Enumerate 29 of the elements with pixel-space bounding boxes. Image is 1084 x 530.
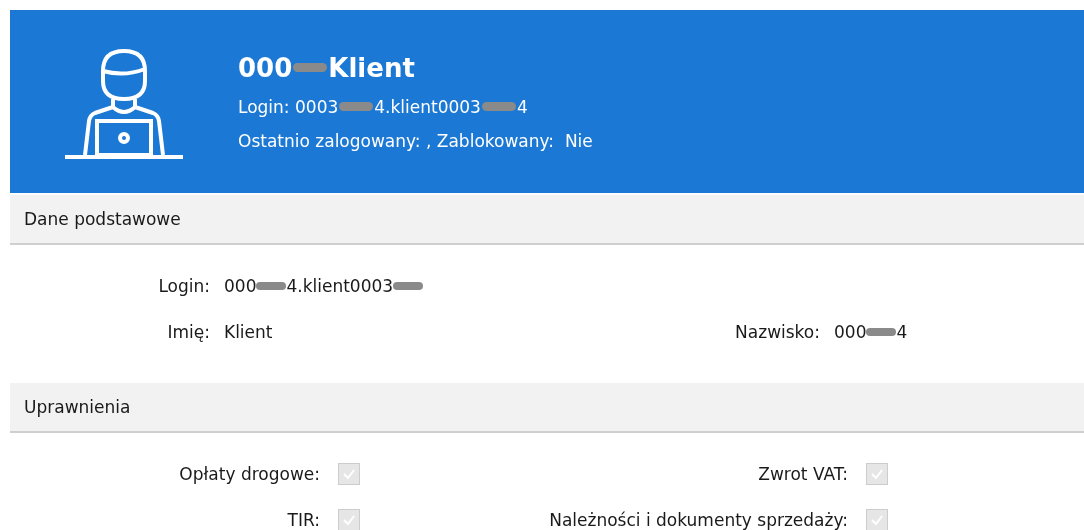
- section-header: Uprawnienia: [10, 383, 1084, 433]
- redaction-mark: [339, 102, 374, 111]
- user-title: 000 Klient: [238, 52, 416, 83]
- checkbox[interactable]: [338, 509, 360, 530]
- redaction-mark: [393, 282, 424, 290]
- check-icon: [342, 513, 356, 527]
- redaction-mark: [481, 102, 516, 111]
- redaction-mark: [866, 328, 897, 336]
- check-icon: [870, 467, 884, 481]
- field-label: Należności i dokumenty sprzedaży:: [548, 510, 848, 530]
- field-label: Imię:: [166, 322, 210, 342]
- login-text: Login: 0003 4.klient0003 4: [238, 96, 529, 117]
- check-icon: [342, 467, 356, 481]
- checkbox[interactable]: [338, 463, 360, 485]
- field-label: Zwrot VAT:: [757, 464, 848, 484]
- redaction-mark: [293, 63, 328, 72]
- field-label: Opłaty drogowe:: [178, 464, 320, 484]
- checkbox[interactable]: [866, 463, 888, 485]
- field-label: Nazwisko:: [734, 322, 820, 342]
- field-label: Login:: [157, 276, 210, 296]
- status-text: Ostatnio zalogowany: , Zablokowany: Nie: [238, 130, 593, 151]
- field-value: Klient: [223, 322, 274, 342]
- checkbox[interactable]: [866, 509, 888, 530]
- section-header: Dane podstawowe: [10, 195, 1084, 245]
- field-value: 000 4.klient0003: [210, 276, 640, 296]
- redaction-mark: [256, 282, 287, 290]
- check-icon: [870, 513, 884, 527]
- field-label: TIR:: [286, 510, 320, 530]
- field-value: 000 4: [833, 322, 909, 342]
